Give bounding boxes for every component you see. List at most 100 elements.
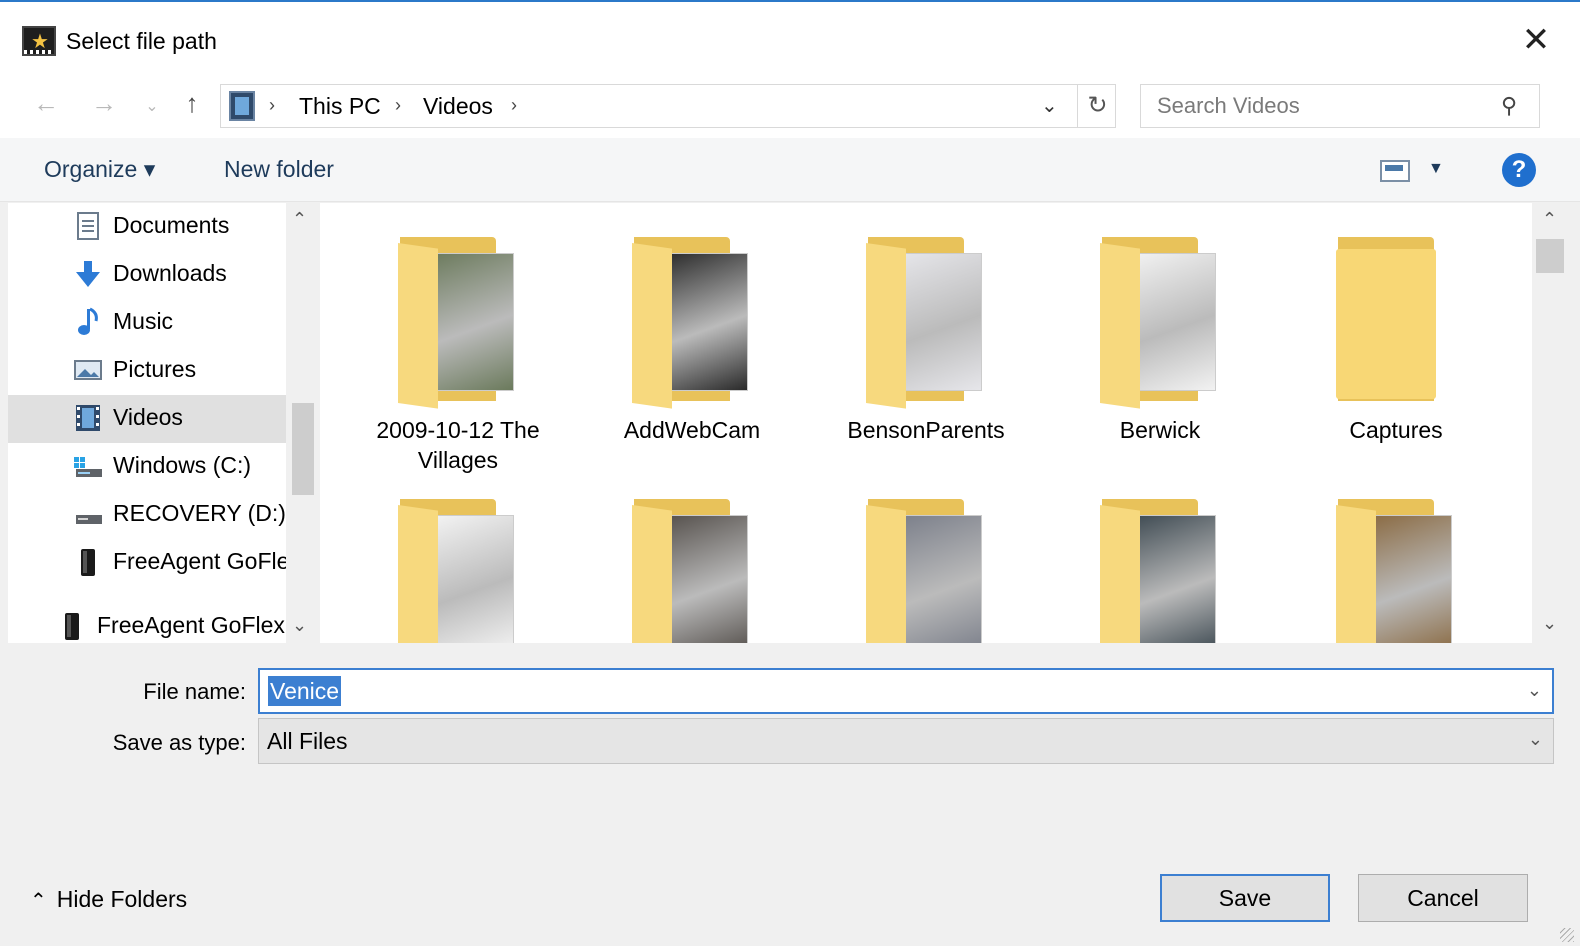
folder-item[interactable] [826,499,1026,643]
up-arrow-icon[interactable]: ↑ [174,88,210,119]
address-dropdown-icon[interactable]: ⌄ [1041,93,1058,118]
videos-icon [76,405,100,431]
breadcrumb-separator: › [269,95,275,115]
folder-preview-thumbnail [662,515,748,643]
help-icon[interactable]: ? [1502,153,1536,187]
save-type-label: Save as type: [112,730,246,755]
pictures-icon [74,360,102,380]
sidebar-item-recovery-d[interactable]: RECOVERY (D:) [8,491,286,539]
scroll-down-icon[interactable]: ⌄ [292,615,307,636]
folder-item[interactable] [358,499,558,643]
hide-folders-toggle[interactable]: ⌃ Hide Folders [30,886,187,913]
file-name-value[interactable]: Venice [268,676,342,706]
sidebar-item-music[interactable]: Music [8,299,286,347]
chevron-down-icon[interactable]: ⌄ [1527,680,1542,701]
sidebar-item-windows-c[interactable]: Windows (C:) [8,443,286,491]
save-type-select[interactable]: All Files ⌄ [258,718,1554,764]
folder-icon [1100,237,1220,409]
folder-icon [632,499,752,643]
search-box[interactable]: ⚲ [1140,84,1540,128]
address-bar[interactable]: › This PC › Videos › ⌄ ↻ [220,84,1116,128]
folder-name: AddWebCam [623,417,761,443]
app-icon: ★ [22,26,56,56]
command-toolbar: Organize ▾ New folder ▼ ? [0,138,1580,202]
folder-icon [1336,499,1456,643]
navigation-bar: ← → ⌄ ↑ › This PC › Videos › ⌄ ↻ ⚲ [0,72,1580,138]
drive-c-icon [74,457,102,477]
search-icon[interactable]: ⚲ [1501,93,1517,119]
sidebar-item-freeagent-2[interactable]: FreeAgent GoFlex [8,603,286,643]
folder-item[interactable]: BensonParents [826,237,1026,445]
save-button[interactable]: Save [1160,874,1330,922]
folder-item[interactable] [1060,499,1260,643]
file-name-label: File name: [143,679,246,704]
folder-icon [866,237,986,409]
folder-preview-thumbnail [896,253,982,391]
breadcrumb-separator: › [395,95,401,115]
view-options-icon[interactable] [1380,160,1410,182]
window-title: Select file path [66,28,217,54]
folder-item[interactable] [1296,499,1496,643]
breadcrumb-videos[interactable]: Videos [423,93,493,120]
folder-item[interactable] [592,499,792,643]
folder-preview-thumbnail [1366,515,1452,643]
forward-arrow-icon[interactable]: → [86,88,122,119]
folder-item[interactable]: AddWebCam [592,237,792,445]
organize-button[interactable]: Organize ▾ [44,156,155,183]
folder-name: BensonParents [847,417,1005,443]
folder-item[interactable]: Captures [1296,237,1496,445]
scrollbar-thumb[interactable] [292,403,314,495]
resize-grip[interactable] [1560,928,1574,942]
folder-icon [866,499,986,643]
folder-icon [398,499,518,643]
sidebar-item-label: FreeAgent GoFle [113,548,290,574]
file-list: 2009-10-12 The Villages AddWebCam BensonPa… [320,203,1532,643]
sidebar-item-documents[interactable]: Documents [8,203,286,251]
scroll-up-icon[interactable]: ⌃ [1542,209,1557,230]
sidebar-item-label: Downloads [113,260,227,286]
music-icon [78,307,98,335]
view-dropdown-icon[interactable]: ▼ [1428,160,1444,178]
close-button[interactable]: ✕ [1514,20,1558,64]
folder-preview-thumbnail [1130,515,1216,643]
chevron-up-icon: ⌃ [30,890,47,912]
file-name-field[interactable]: Venice ⌄ [258,668,1554,714]
folder-preview-thumbnail [428,515,514,643]
navigation-pane: Documents Downloads Music Pictures Video… [8,203,318,643]
refresh-icon[interactable]: ↻ [1077,85,1117,127]
hide-folders-label: Hide Folders [56,886,188,912]
sidebar-item-freeagent-1[interactable]: FreeAgent GoFle [8,539,290,587]
scrollbar-thumb[interactable] [1536,239,1564,273]
folder-name: Captures [1349,417,1443,443]
scroll-up-icon[interactable]: ⌃ [292,209,307,230]
folder-name: 2009-10-12 The Villages [376,417,540,473]
title-bar: ★ Select file path ✕ [0,2,1580,72]
breadcrumb-separator: › [511,95,517,115]
sidebar-item-label: Windows (C:) [113,452,252,478]
folder-item[interactable]: 2009-10-12 The Villages [358,237,558,475]
scroll-down-icon[interactable]: ⌄ [1542,613,1557,634]
folder-icon [398,237,518,409]
folder-name: Berwick [1119,417,1201,443]
breadcrumb-this-pc[interactable]: This PC [299,93,381,120]
cancel-button[interactable]: Cancel [1358,874,1528,922]
documents-icon [77,212,99,240]
folder-item[interactable]: Berwick [1060,237,1260,445]
sidebar-scrollbar[interactable]: ⌃ ⌄ [286,203,318,643]
folder-icon [632,237,752,409]
recent-locations-icon[interactable]: ⌄ [134,96,170,116]
search-input[interactable] [1141,85,1491,127]
sidebar-item-downloads[interactable]: Downloads [8,251,286,299]
sidebar-item-label: Pictures [113,356,197,382]
folder-icon [1336,237,1456,407]
sidebar-item-videos[interactable]: Videos [8,395,286,443]
drive-d-icon [76,515,102,524]
content-scrollbar[interactable]: ⌃ ⌄ [1532,203,1568,643]
chevron-down-icon[interactable]: ⌄ [1528,729,1543,750]
sidebar-item-pictures[interactable]: Pictures [8,347,286,395]
new-folder-button[interactable]: New folder [224,156,334,183]
downloads-icon [76,261,100,287]
sidebar-item-label: RECOVERY (D:) [113,500,286,526]
videos-folder-icon [229,91,255,121]
back-arrow-icon[interactable]: ← [28,88,64,119]
